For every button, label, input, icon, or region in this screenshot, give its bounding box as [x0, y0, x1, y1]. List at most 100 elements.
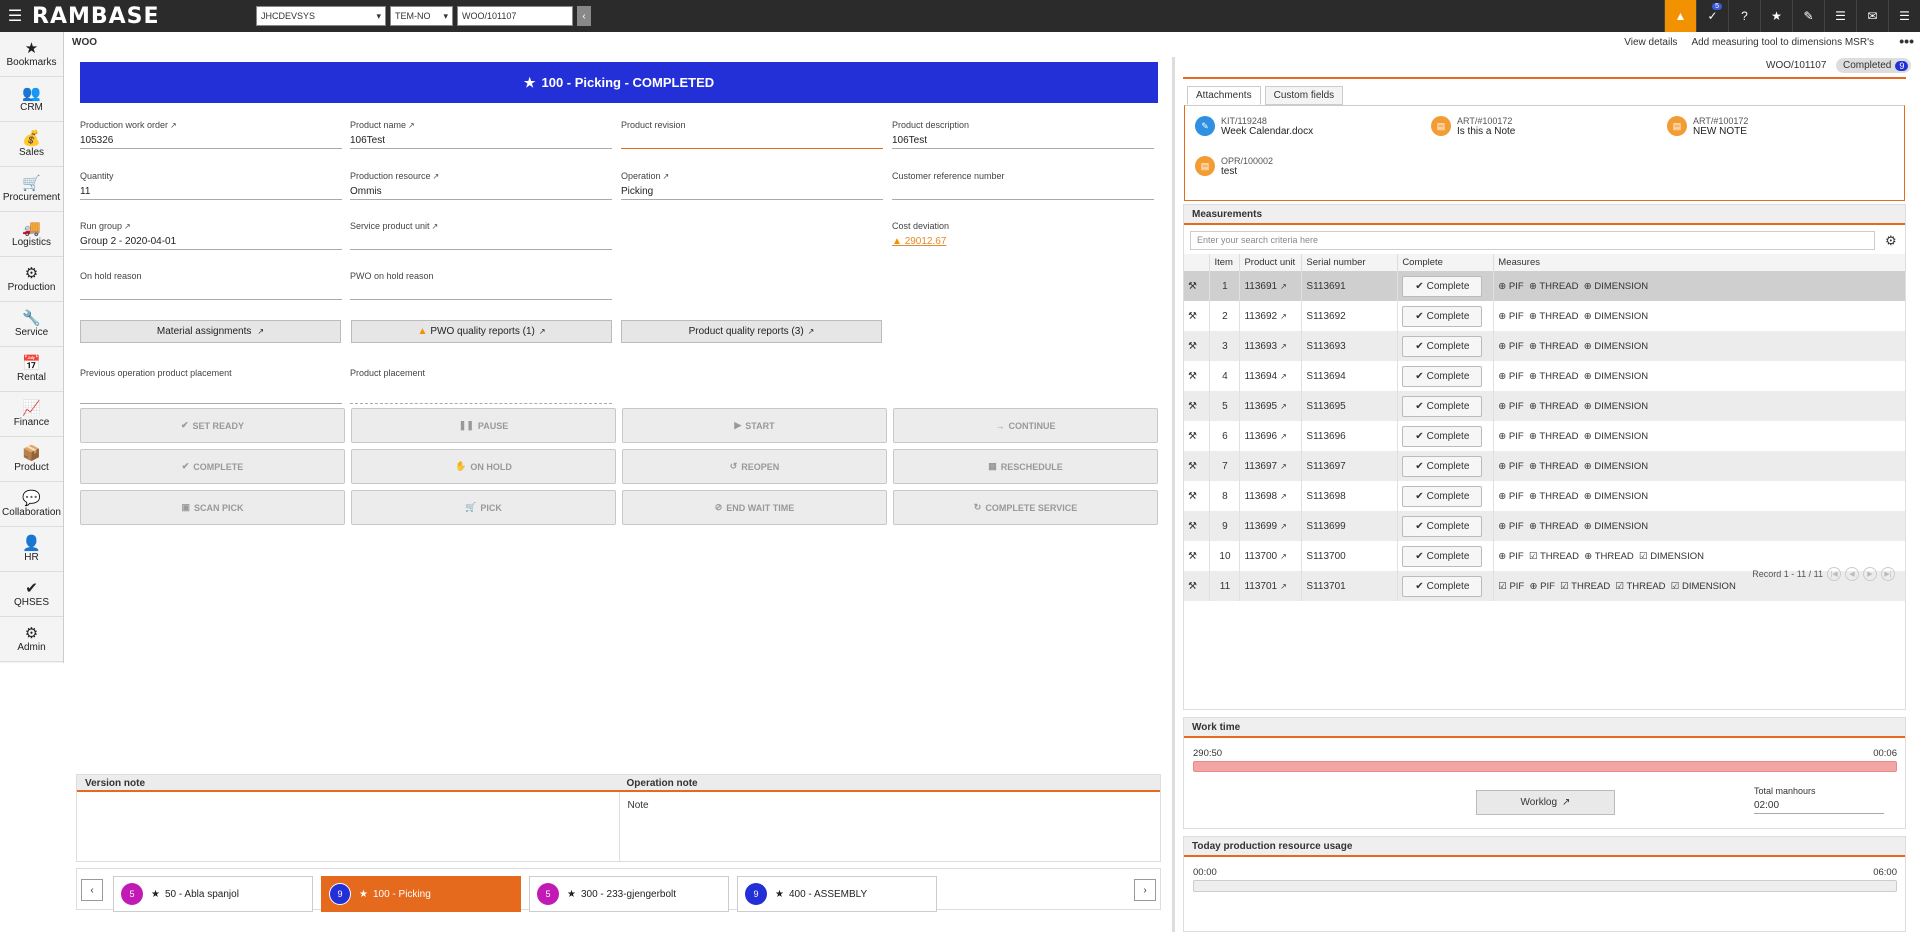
sidebar-item-production[interactable]: ⚙ Production: [0, 257, 63, 302]
add-measuring-tool-link[interactable]: Add measuring tool to dimensions MSR's: [1691, 37, 1874, 48]
complete-button[interactable]: ✔ Complete: [1402, 305, 1483, 327]
edit-icon[interactable]: ↗: [433, 172, 440, 181]
tab-custom-fields[interactable]: Custom fields: [1264, 86, 1344, 105]
tools-icon[interactable]: ⚒: [1184, 331, 1211, 361]
attachment-icon[interactable]: ✎: [1792, 0, 1824, 32]
complete-button[interactable]: ✔ Complete: [1402, 575, 1483, 597]
operation-card[interactable]: 5 ★ 50 - Abla spanjol: [113, 876, 313, 912]
measures-cell[interactable]: ⊕ PIF ⊕ THREAD ⊕ DIMENSION: [1493, 271, 1906, 301]
reopen-button[interactable]: ↺ REOPEN: [622, 449, 887, 484]
product-name-field[interactable]: Product name ↗ 106Test: [350, 120, 612, 149]
product-unit-cell[interactable]: 113694 ↗: [1239, 361, 1303, 391]
product-placement-field[interactable]: Product placement: [350, 368, 612, 404]
tasks-icon[interactable]: ✓ 5: [1696, 0, 1728, 32]
complete-button[interactable]: ✔ Complete: [1402, 425, 1483, 447]
end-wait-time-button[interactable]: ⊘ END WAIT TIME: [622, 490, 887, 525]
operation-note-body[interactable]: Note: [618, 792, 1161, 861]
help-icon[interactable]: ?: [1728, 0, 1760, 32]
tools-icon[interactable]: ⚒: [1184, 511, 1211, 541]
tools-icon[interactable]: ⚒: [1184, 571, 1211, 601]
table-row[interactable]: ⚒ 8 113698 ↗ S113698 ✔ Complete ⊕ PIF ⊕ TH…: [1184, 481, 1906, 511]
sidebar-item-collaboration[interactable]: 💬 Collaboration: [0, 482, 63, 527]
product-unit-cell[interactable]: 113699 ↗: [1239, 511, 1303, 541]
sidebar-item-logistics[interactable]: 🚚 Logistics: [0, 212, 63, 257]
complete-button[interactable]: ✔ Complete: [1402, 335, 1483, 357]
worklog-button[interactable]: Worklog ↗: [1476, 790, 1615, 815]
pick-button[interactable]: 🛒 PICK: [351, 490, 616, 525]
material-assignments-button[interactable]: Material assignments ↗: [80, 320, 341, 343]
scan-pick-button[interactable]: ▣ SCAN PICK: [80, 490, 345, 525]
product-revision-value[interactable]: [621, 134, 883, 149]
complete-button[interactable]: ✔ Complete: [1402, 275, 1483, 297]
run-group-field[interactable]: Run group ↗ Group 2 - 2020-04-01: [80, 221, 342, 250]
production-resource-field[interactable]: Production resource ↗ Ommis: [350, 171, 612, 200]
table-row[interactable]: ⚒ 6 113696 ↗ S113696 ✔ Complete ⊕ PIF ⊕ TH…: [1184, 421, 1906, 451]
operation-card[interactable]: 9 ★ 100 - Picking: [321, 876, 521, 912]
sidebar-item-procurement[interactable]: 🛒 Procurement: [0, 167, 63, 212]
start-button[interactable]: ▶ START: [622, 408, 887, 443]
product-unit-cell[interactable]: 113697 ↗: [1239, 451, 1303, 481]
attachment-item[interactable]: ✎ KIT/119248 Week Calendar.docx: [1195, 116, 1313, 137]
list-icon[interactable]: ☰: [1824, 0, 1856, 32]
complete-button[interactable]: ✔ Complete: [1402, 545, 1483, 567]
product-quality-reports-button[interactable]: Product quality reports (3) ↗: [621, 320, 882, 343]
table-row[interactable]: ⚒ 5 113695 ↗ S113695 ✔ Complete ⊕ PIF ⊕ TH…: [1184, 391, 1906, 421]
table-row[interactable]: ⚒ 7 113697 ↗ S113697 ✔ Complete ⊕ PIF ⊕ TH…: [1184, 451, 1906, 481]
view-details-link[interactable]: View details: [1624, 37, 1677, 48]
pwo-field[interactable]: Production work order ↗ 105326: [80, 120, 342, 149]
table-row[interactable]: ⚒ 4 113694 ↗ S113694 ✔ Complete ⊕ PIF ⊕ TH…: [1184, 361, 1906, 391]
column-header[interactable]: Item: [1209, 254, 1241, 271]
settings-gear-icon[interactable]: ⚙: [1885, 233, 1897, 249]
sidebar-item-hr[interactable]: 👤 HR: [0, 527, 63, 572]
sidebar-item-rental[interactable]: 📅 Rental: [0, 347, 63, 392]
tools-icon[interactable]: ⚒: [1184, 421, 1211, 451]
product-unit-cell[interactable]: 113700 ↗: [1239, 541, 1303, 571]
reschedule-button[interactable]: ▦ RESCHEDULE: [893, 449, 1158, 484]
measures-cell[interactable]: ⊕ PIF ⊕ THREAD ⊕ DIMENSION: [1493, 451, 1906, 481]
sidebar-item-admin[interactable]: ⚙ Admin: [0, 617, 63, 662]
complete-button[interactable]: ✔ COMPLETE: [80, 449, 345, 484]
operation-card[interactable]: 5 ★ 300 - 233-gjengerbolt: [529, 876, 729, 912]
mail-icon[interactable]: ✉: [1856, 0, 1888, 32]
pause-button[interactable]: ❚❚ PAUSE: [351, 408, 616, 443]
sidebar-item-sales[interactable]: 💰 Sales: [0, 122, 63, 167]
set-ready-button[interactable]: ✔ SET READY: [80, 408, 345, 443]
table-row[interactable]: ⚒ 2 113692 ↗ S113692 ✔ Complete ⊕ PIF ⊕ TH…: [1184, 301, 1906, 331]
product-placement-value[interactable]: [350, 382, 612, 404]
edit-icon[interactable]: ↗: [432, 222, 439, 231]
column-header[interactable]: Complete: [1397, 254, 1495, 271]
product-unit-cell[interactable]: 113692 ↗: [1239, 301, 1303, 331]
edit-icon[interactable]: ↗: [170, 121, 177, 130]
next-page-icon[interactable]: ▶: [1863, 567, 1877, 581]
column-header[interactable]: [1184, 254, 1211, 271]
product-unit-cell[interactable]: 113696 ↗: [1239, 421, 1303, 451]
measures-cell[interactable]: ⊕ PIF ⊕ THREAD ⊕ DIMENSION: [1493, 301, 1906, 331]
operation-card[interactable]: 9 ★ 400 - ASSEMBLY: [737, 876, 937, 912]
panel-splitter[interactable]: [1172, 57, 1175, 932]
sidebar-item-service[interactable]: 🔧 Service: [0, 302, 63, 347]
table-row[interactable]: ⚒ 3 113693 ↗ S113693 ✔ Complete ⊕ PIF ⊕ TH…: [1184, 331, 1906, 361]
complete-button[interactable]: ✔ Complete: [1402, 455, 1483, 477]
attachment-item[interactable]: ▤ ART/#100172 Is this a Note: [1431, 116, 1515, 137]
tools-icon[interactable]: ⚒: [1184, 451, 1211, 481]
next-operation-button[interactable]: ›: [1134, 879, 1156, 901]
attachment-item[interactable]: ▤ OPR/100002 test: [1195, 156, 1273, 177]
company-select[interactable]: JHCDEVSYS ▾: [256, 6, 386, 26]
complete-button[interactable]: ✔ Complete: [1402, 485, 1483, 507]
measures-cell[interactable]: ⊕ PIF ⊕ THREAD ⊕ DIMENSION: [1493, 391, 1906, 421]
prev-operation-button[interactable]: ‹: [81, 879, 103, 901]
on-hold-button[interactable]: ✋ ON HOLD: [351, 449, 616, 484]
tab-attachments[interactable]: Attachments: [1187, 86, 1261, 105]
column-header[interactable]: Product unit: [1239, 254, 1303, 271]
complete-button[interactable]: ✔ Complete: [1402, 515, 1483, 537]
tools-icon[interactable]: ⚒: [1184, 271, 1211, 301]
complete-button[interactable]: ✔ Complete: [1402, 395, 1483, 417]
complete-button[interactable]: ✔ Complete: [1402, 365, 1483, 387]
back-button[interactable]: ‹: [577, 6, 591, 26]
measures-cell[interactable]: ⊕ PIF ⊕ THREAD ⊕ DIMENSION: [1493, 511, 1906, 541]
sidebar-item-qhses[interactable]: ✔ QHSES: [0, 572, 63, 617]
table-row[interactable]: ⚒ 1 113691 ↗ S113691 ✔ Complete ⊕ PIF ⊕ TH…: [1184, 271, 1906, 301]
pwo-quality-reports-button[interactable]: ▲ PWO quality reports (1) ↗: [351, 320, 612, 343]
measures-cell[interactable]: ⊕ PIF ⊕ THREAD ⊕ DIMENSION: [1493, 331, 1906, 361]
search-input[interactable]: Enter your search criteria here: [1190, 231, 1875, 250]
